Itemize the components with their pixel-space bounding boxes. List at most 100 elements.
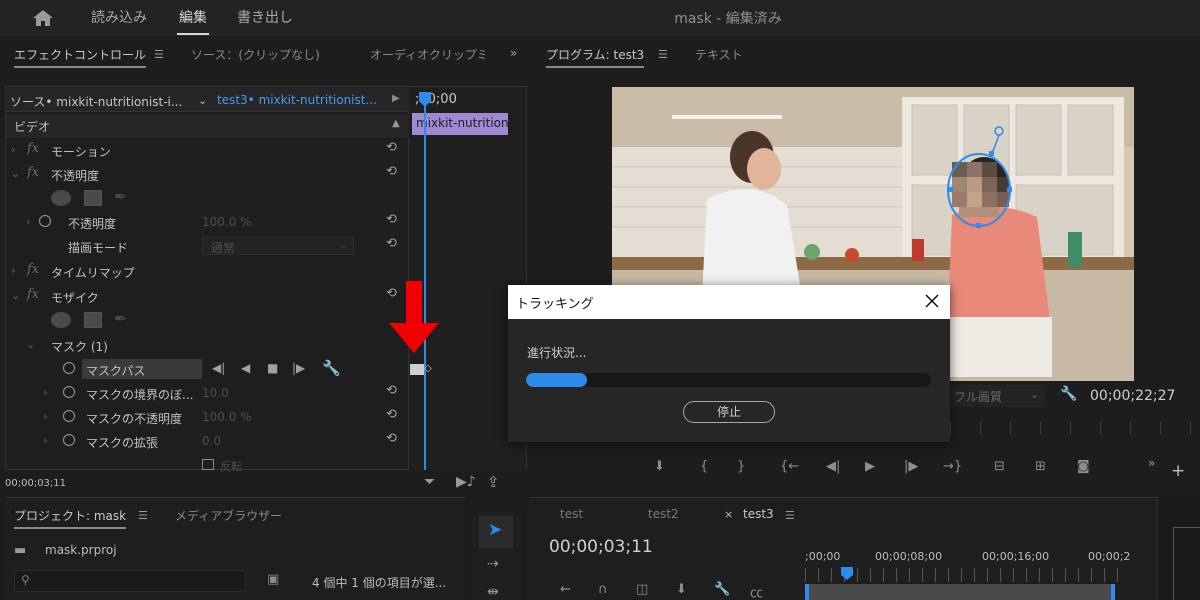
clip-bar[interactable]: mixkit-nutrition — [412, 113, 508, 135]
stopwatch-icon[interactable] — [63, 410, 75, 422]
reset-icon[interactable]: ⟲ — [386, 407, 397, 422]
effect-row-mosaic[interactable]: ⌄ fx モザイク ⟲ — [6, 284, 409, 308]
project-search-input[interactable]: ⚲ — [14, 570, 246, 592]
extract-icon[interactable]: ⊞ — [1035, 459, 1046, 474]
sequence-playhead[interactable] — [840, 567, 854, 581]
stop-icon[interactable]: ■ — [267, 361, 278, 375]
fx-icon: fx — [27, 262, 40, 277]
tab-media-browser[interactable]: メディアブラウザー — [175, 507, 282, 524]
play-icon[interactable]: ▶ — [865, 459, 875, 474]
invert-checkbox[interactable] — [202, 459, 214, 470]
selection-tool[interactable]: ➤ — [479, 516, 513, 548]
program-timecode[interactable]: 00;00;22;27 — [1090, 388, 1175, 404]
rectangle-mask-icon[interactable] — [84, 312, 102, 328]
stop-button[interactable]: 停止 — [683, 401, 775, 423]
keyframe-diamond-icon[interactable]: ◇ — [424, 363, 432, 374]
snap-icon[interactable]: ⇜ — [560, 582, 571, 597]
sequence-zoom-bar[interactable] — [805, 584, 1115, 600]
playhead-handle[interactable] — [417, 92, 433, 108]
ellipse-mask-icon[interactable] — [51, 312, 71, 328]
overflow-panels-icon[interactable]: » — [510, 46, 517, 60]
mark-out-icon[interactable]: } — [737, 459, 745, 474]
rectangle-mask-icon[interactable] — [84, 190, 102, 206]
track-forward-one-icon[interactable]: |▶ — [292, 361, 305, 375]
lift-icon[interactable]: ⊟ — [994, 459, 1005, 474]
keyframe-marker[interactable] — [410, 364, 424, 375]
tab-program-monitor[interactable]: プログラム: test3 — [546, 46, 645, 68]
close-icon[interactable] — [924, 293, 940, 309]
reset-icon[interactable]: ⟲ — [386, 140, 397, 155]
ripple-edit-icon[interactable]: ⇹ — [487, 584, 499, 600]
panel-menu-icon[interactable]: ☰ — [785, 509, 795, 522]
reset-icon[interactable]: ⟲ — [386, 212, 397, 227]
sequence-clip-label[interactable]: test3• mixkit-nutritionist... — [217, 93, 377, 107]
opacity-value[interactable]: 100.0 % — [202, 215, 252, 229]
effect-row-time-remap[interactable]: › fx タイムリマップ — [6, 259, 409, 283]
stopwatch-icon[interactable] — [63, 362, 75, 374]
reset-icon[interactable]: ⟲ — [386, 431, 397, 446]
panel-menu-icon[interactable]: ☰ — [154, 48, 164, 61]
reset-icon[interactable]: ⟲ — [386, 164, 397, 179]
effect-row-motion[interactable]: › fx モーション ⟲ — [6, 138, 409, 162]
linked-selection-icon[interactable]: ◫ — [636, 582, 648, 597]
quality-select[interactable]: フル画質 ⌄ — [950, 385, 1045, 407]
camera-icon[interactable]: ◙ — [1077, 459, 1090, 474]
mask-feather-value[interactable]: 10.0 — [202, 386, 229, 400]
tab-text[interactable]: テキスト — [695, 46, 743, 63]
track-select-icon[interactable]: ⇢ — [487, 556, 499, 572]
go-to-out-icon[interactable]: →} — [943, 459, 962, 474]
current-timecode[interactable]: 00;00;03;11 — [5, 478, 66, 489]
captions-icon[interactable]: ㏄ — [750, 582, 763, 600]
pen-mask-icon[interactable]: ✒ — [114, 187, 127, 206]
blend-mode-select[interactable]: 通常 ⌄ — [202, 236, 354, 255]
reset-icon[interactable]: ⟲ — [386, 236, 397, 251]
tab-sequence-test[interactable]: test — [560, 507, 583, 521]
sequence-timecode[interactable]: 00;00;03;11 — [549, 537, 653, 557]
tab-project[interactable]: プロジェクト: mask — [14, 507, 127, 529]
track-backward-icon[interactable]: ◀| — [212, 361, 225, 375]
find-icon[interactable]: ▣ — [267, 572, 279, 587]
mark-in-icon[interactable]: { — [700, 459, 708, 474]
overflow-panels-icon[interactable]: » — [1148, 456, 1155, 470]
panel-menu-icon[interactable]: ☰ — [138, 509, 148, 522]
add-marker-icon[interactable]: ⬇ — [654, 459, 665, 474]
stopwatch-icon[interactable] — [63, 434, 75, 446]
effect-row-opacity[interactable]: ⌄ fx 不透明度 ⟲ — [6, 162, 409, 186]
mask-group[interactable]: ⌄ マスク (1) — [6, 333, 409, 357]
program-timeline-ruler[interactable] — [950, 421, 1200, 435]
tab-audio-clip-mixer[interactable]: オーディオクリップミ — [370, 46, 485, 63]
go-to-in-icon[interactable]: {← — [780, 459, 799, 474]
step-forward-icon[interactable]: |▶ — [904, 459, 918, 474]
panel-menu-icon[interactable]: ☰ — [658, 48, 668, 61]
play-clip-icon[interactable]: ▶ — [392, 93, 400, 104]
add-button-icon[interactable]: + — [1171, 461, 1185, 481]
tab-effect-controls[interactable]: エフェクトコントロール — [14, 46, 147, 68]
stopwatch-icon[interactable] — [63, 386, 75, 398]
mask-expansion-value[interactable]: 0.0 — [202, 434, 221, 448]
stopwatch-icon[interactable] — [39, 215, 51, 227]
track-back-one-icon[interactable]: ◀ — [241, 361, 250, 375]
reset-icon[interactable]: ⟲ — [386, 383, 397, 398]
close-tab-icon[interactable]: × — [724, 508, 733, 521]
step-back-icon[interactable]: ◀| — [826, 459, 840, 474]
ruler-label: 00;00;2 — [1088, 550, 1131, 563]
mask-opacity-value[interactable]: 100.0 % — [202, 410, 252, 424]
wrench-icon[interactable]: 🔧 — [1060, 386, 1077, 402]
tab-sequence-test3[interactable]: test3 — [743, 507, 774, 521]
play-audio-icon[interactable]: ▶♪ — [456, 474, 476, 490]
tab-source[interactable]: ソース：(クリップなし) — [191, 46, 320, 63]
pen-mask-icon[interactable]: ✒ — [114, 309, 127, 328]
red-arrow-icon — [389, 281, 439, 353]
wrench-icon[interactable]: 🔧 — [714, 582, 730, 597]
tab-sequence-test2[interactable]: test2 — [648, 507, 679, 521]
filter-icon[interactable]: ⏷ — [424, 474, 435, 490]
source-clip-label[interactable]: ソース• mixkit-nutritionist-i... — [10, 93, 182, 110]
wrench-icon[interactable]: 🔧 — [322, 359, 341, 377]
ellipse-mask-icon[interactable] — [51, 190, 71, 206]
add-marker-icon[interactable]: ⬇ — [676, 582, 687, 597]
mask-opacity-label: マスクの不透明度 — [86, 412, 183, 426]
collapse-icon[interactable]: ▲ — [392, 118, 400, 129]
chevron-down-icon[interactable]: ⌄ — [198, 94, 207, 107]
magnet-icon[interactable]: ∩ — [598, 582, 608, 597]
export-icon[interactable]: ⇪ — [487, 473, 500, 491]
